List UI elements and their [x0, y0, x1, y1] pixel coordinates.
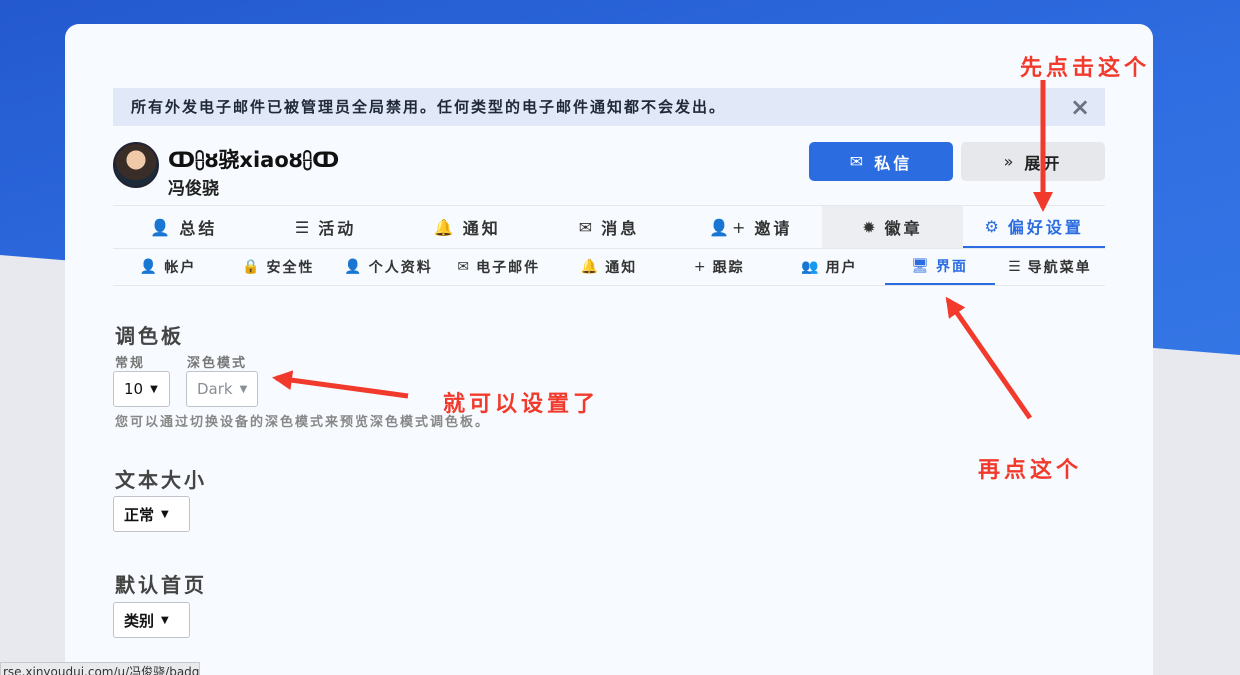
annotation-first: 先点击这个 — [1020, 56, 1151, 81]
annotation-done: 就可以设置了 — [443, 392, 600, 417]
annotation-then: 再点这个 — [978, 458, 1083, 483]
arrow-to-dark-select — [272, 370, 409, 399]
arrow-to-interface — [945, 296, 1033, 420]
status-bar-url: rse.xinyoudui.com/u/冯俊骁/badges — [0, 662, 200, 675]
annotation-arrows — [272, 80, 1053, 420]
